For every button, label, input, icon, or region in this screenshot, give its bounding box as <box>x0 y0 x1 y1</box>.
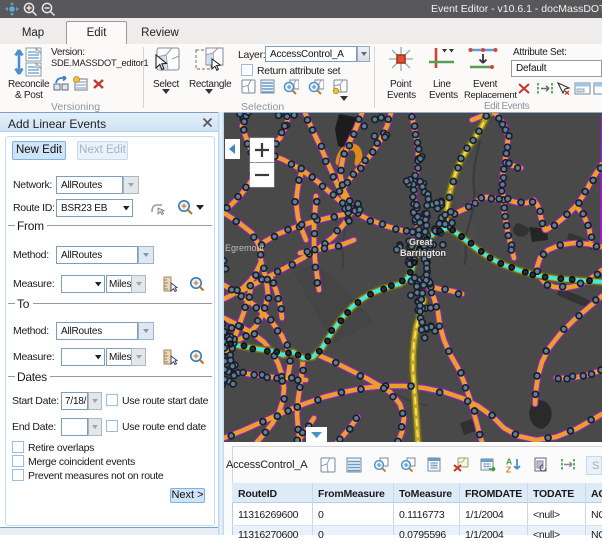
svg-text:Z: Z <box>506 465 511 474</box>
svg-text:Great: Great <box>409 237 433 247</box>
svg-text:Barrington: Barrington <box>400 248 446 258</box>
svg-text:Egremont: Egremont <box>225 243 265 253</box>
